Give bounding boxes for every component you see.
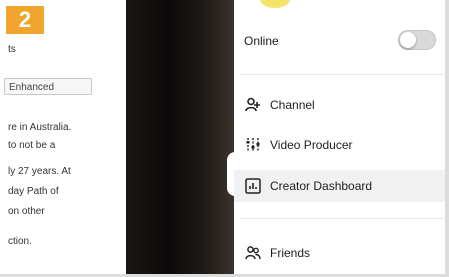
article-panel: 2 ts Enhanced re in Australia. to not be… [0,0,126,277]
menu-item-friends[interactable]: Friends [244,240,310,266]
online-label: Online [244,34,279,48]
article-line: re in Australia. [8,122,72,133]
menu-divider [240,218,444,219]
avatar[interactable] [260,0,290,8]
account-menu-panel: Online Channel Video Producer Creator Da… [234,0,449,277]
online-toggle[interactable] [398,30,436,50]
article-line: ction. [8,236,32,247]
article-line: to not be a [8,140,56,151]
toggle-knob [400,32,416,48]
menu-item-label: Creator Dashboard [270,179,373,193]
equalizer-icon [244,136,262,154]
dashboard-chart-icon [244,177,262,195]
menu-divider [240,74,444,75]
screenshot-frame: 2 ts Enhanced re in Australia. to not be… [0,0,449,277]
menu-item-video-producer[interactable]: Video Producer [244,132,353,158]
friends-icon [244,244,262,262]
menu-item-label: Channel [270,98,315,112]
menu-item-label: Video Producer [270,138,353,152]
frame-border [445,0,449,277]
article-line: ts [8,44,16,55]
enhanced-label-box: Enhanced [4,78,92,95]
article-line: ly 27 years. At [8,166,71,177]
menu-item-label: Friends [270,246,311,260]
menu-item-creator-dashboard[interactable]: Creator Dashboard [234,170,449,202]
person-add-icon [244,96,262,114]
online-status-row: Online [244,28,279,54]
step-badge: 2 [6,6,44,34]
menu-item-channel[interactable]: Channel [244,92,315,118]
video-player-area[interactable] [126,0,234,277]
article-line: day Path of [8,186,59,197]
article-line: on other [8,206,45,217]
